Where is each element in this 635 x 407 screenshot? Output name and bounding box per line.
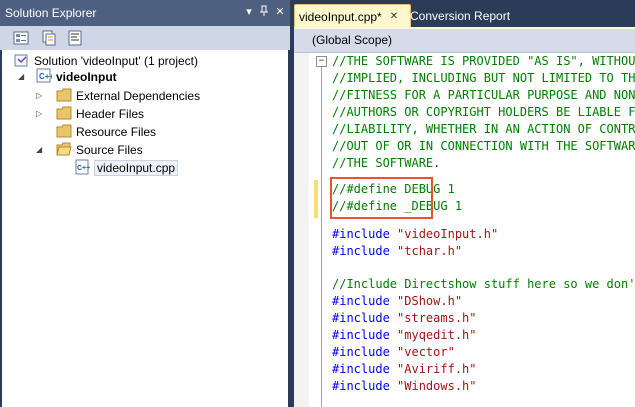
solution-tree: Solution 'videoInput' (1 project) ◢ C++ …: [2, 50, 288, 407]
code-line: //AUTHORS OR COPYRIGHT HOLDERS BE LIABLE…: [332, 105, 635, 119]
collapse-region-icon[interactable]: −: [316, 56, 327, 67]
preprocessor-keyword: #include: [332, 311, 390, 325]
preprocessor-keyword: #include: [332, 345, 390, 359]
code-line: //THE SOFTWARE IS PROVIDED "AS IS", WITH…: [332, 54, 635, 68]
tree-item-label: External Dependencies: [76, 89, 201, 103]
indicator-margin: [294, 53, 309, 407]
tree-item-project[interactable]: C++ videoInput: [36, 68, 117, 86]
collapse-arrow-icon[interactable]: ◢: [18, 72, 24, 81]
include-path: "tchar.h": [397, 244, 463, 258]
folder-icon: [56, 124, 72, 141]
code-line-include: #include "streams.h": [332, 310, 477, 327]
properties-icon[interactable]: [12, 29, 30, 47]
preprocessor-keyword: #include: [332, 379, 390, 393]
document-tabs: videoInput.cpp* ✕ Conversion Report: [290, 0, 635, 29]
solution-icon: [14, 52, 30, 71]
tree-item-label: Solution 'videoInput' (1 project): [34, 54, 199, 68]
include-path: "videoInput.h": [397, 227, 499, 241]
code-line: //IMPLIED, INCLUDING BUT NOT LIMITED TO …: [332, 71, 635, 85]
code-area[interactable]: − //THE SOFTWARE IS PROVIDED "AS IS", WI…: [294, 53, 635, 407]
code-line-include: #include "myqedit.h": [332, 327, 477, 344]
preprocessor-keyword: #include: [332, 294, 390, 308]
tree-item-label: Resource Files: [76, 125, 157, 139]
svg-text:C++: C++: [39, 72, 52, 81]
panel-title: Solution Explorer: [5, 6, 97, 20]
tree-item-label: videoInput: [56, 70, 117, 84]
include-path: "myqedit.h": [397, 328, 477, 342]
svg-text:C++: C++: [77, 165, 90, 172]
cpp-project-icon: C++: [36, 68, 54, 87]
collapse-arrow-icon[interactable]: ◢: [36, 145, 42, 154]
tree-item-header-files[interactable]: Header Files: [56, 105, 144, 123]
auto-hide-pin-icon[interactable]: [257, 5, 271, 21]
tree-item-label: videoInput.cpp: [94, 160, 179, 176]
tree-item-videoinput-cpp[interactable]: C++ videoInput.cpp: [74, 159, 179, 178]
solution-explorer-panel: Solution Explorer ▾ ✕ Solution 'videoInp…: [0, 0, 290, 407]
folder-icon: [56, 88, 72, 105]
code-line: //OUT OF OR IN CONNECTION WITH THE SOFTW…: [332, 139, 635, 153]
scope-dropdown[interactable]: (Global Scope): [312, 33, 392, 47]
outline-guide: [321, 65, 322, 407]
code-line: //LIABILITY, WHETHER IN AN ACTION OF CON…: [332, 122, 635, 136]
tree-item-label: Header Files: [76, 107, 145, 121]
tree-item-external-dependencies[interactable]: External Dependencies: [56, 87, 200, 105]
highlight-annotation-box: [330, 177, 433, 219]
expand-arrow-icon[interactable]: ▷: [36, 91, 42, 100]
preprocessor-keyword: #include: [332, 362, 390, 376]
solution-explorer-toolbar: [0, 26, 290, 50]
code-line-include: #include "Aviriff.h": [332, 361, 477, 378]
navigation-bar: (Global Scope): [294, 29, 635, 53]
expand-arrow-icon[interactable]: ▷: [36, 109, 42, 118]
code-editor-panel: videoInput.cpp* ✕ Conversion Report (Glo…: [290, 0, 635, 407]
preprocessor-keyword: #include: [332, 328, 390, 342]
preprocessor-keyword: #include: [332, 244, 390, 258]
show-all-files-icon[interactable]: [40, 29, 58, 47]
tab-videoinput-cpp[interactable]: videoInput.cpp* ✕: [294, 4, 411, 28]
code-line: //Include Directshow stuff here so we do…: [332, 277, 635, 291]
include-path: "Windows.h": [397, 379, 477, 393]
code-line-include: #include "Windows.h": [332, 378, 477, 395]
close-tab-icon[interactable]: ✕: [390, 11, 398, 22]
code-line-include: #include "DShow.h": [332, 293, 462, 310]
preprocessor-keyword: #include: [332, 227, 390, 241]
code-line: //THE SOFTWARE.: [332, 156, 441, 170]
window-position-dropdown-icon[interactable]: ▾: [242, 5, 256, 19]
tree-item-resource-files[interactable]: Resource Files: [56, 123, 156, 141]
include-path: "DShow.h": [397, 294, 463, 308]
include-path: "streams.h": [397, 311, 477, 325]
include-path: "Aviriff.h": [397, 362, 477, 376]
tab-label: videoInput.cpp*: [299, 9, 382, 24]
tree-item-source-files[interactable]: Source Files: [56, 141, 143, 159]
code-line-include: #include "videoInput.h": [332, 226, 498, 243]
close-panel-icon[interactable]: ✕: [273, 5, 287, 19]
tab-conversion-report[interactable]: Conversion Report: [410, 4, 520, 27]
code-line-include: #include "vector": [332, 344, 455, 361]
cpp-file-icon: C++: [74, 159, 90, 178]
code-line-include: #include "tchar.h": [332, 243, 462, 260]
include-path: "vector": [397, 345, 455, 359]
folder-icon: [56, 106, 72, 123]
unsaved-change-marker: [314, 180, 318, 218]
tree-item-label: Source Files: [76, 143, 143, 157]
tab-label: Conversion Report: [410, 8, 511, 23]
view-code-icon[interactable]: [66, 29, 84, 47]
code-line: //FITNESS FOR A PARTICULAR PURPOSE AND N…: [332, 88, 635, 102]
open-folder-icon: [56, 142, 72, 159]
solution-explorer-title-bar: Solution Explorer ▾ ✕: [0, 0, 290, 26]
